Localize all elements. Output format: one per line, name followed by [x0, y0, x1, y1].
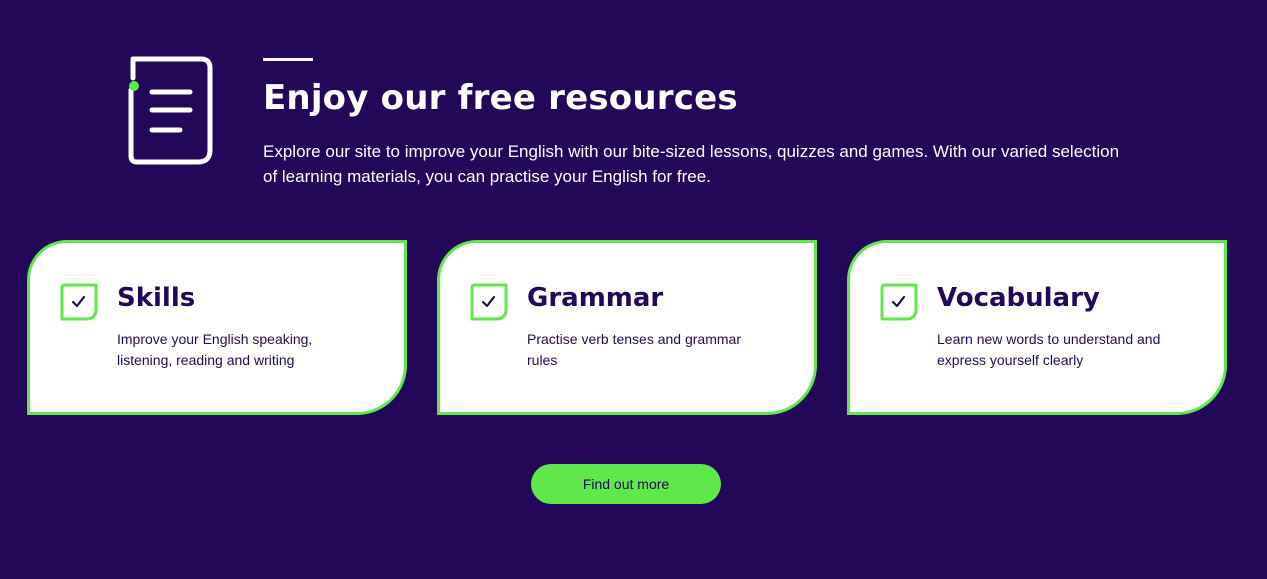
- document-list-icon: [126, 56, 216, 168]
- card-description: Improve your English speaking, listening…: [117, 331, 313, 368]
- card-vocabulary[interactable]: Vocabulary Learn new words to understand…: [847, 240, 1227, 415]
- card-description: Practise verb tenses and grammar rules: [527, 331, 741, 368]
- checkmark-icon: [880, 283, 918, 321]
- intro-text: Explore our site to improve your English…: [263, 142, 1120, 186]
- checkmark-icon: [60, 283, 98, 321]
- card-title: Skills: [117, 283, 196, 313]
- card-skills[interactable]: Skills Improve your English speaking, li…: [27, 240, 407, 415]
- card-grammar[interactable]: Grammar Practise verb tenses and grammar…: [437, 240, 817, 415]
- card-description: Learn new words to understand and expres…: [937, 331, 1161, 368]
- card-title: Vocabulary: [937, 283, 1100, 313]
- page-title: Enjoy our free resources: [263, 78, 738, 118]
- title-divider: [263, 58, 313, 61]
- checkmark-icon: [470, 283, 508, 321]
- find-out-more-button[interactable]: Find out more: [531, 464, 721, 504]
- card-title: Grammar: [527, 283, 664, 313]
